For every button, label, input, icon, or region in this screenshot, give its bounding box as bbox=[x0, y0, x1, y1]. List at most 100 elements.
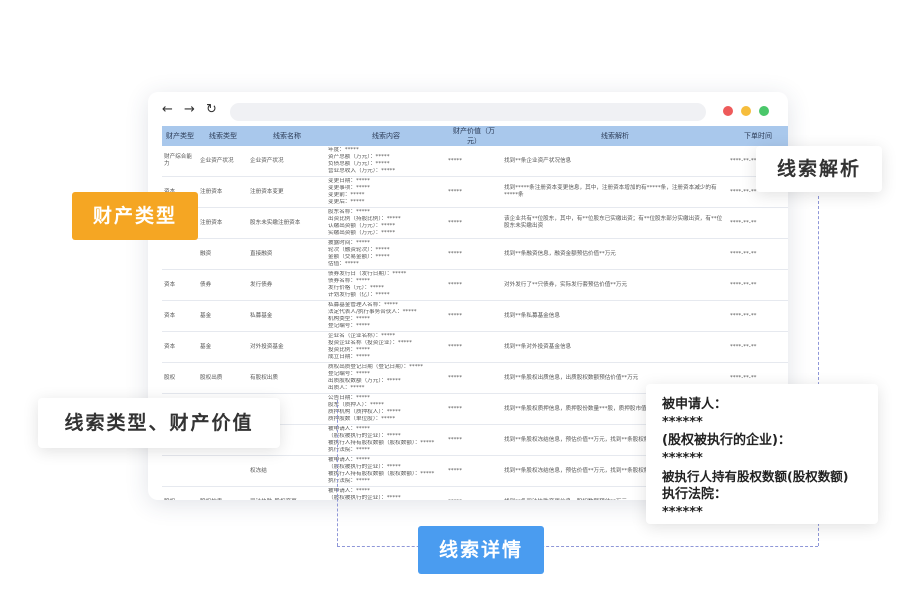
clue-analysis-cell: 找到**条私募基金信息 bbox=[502, 300, 728, 332]
clue-content-line: 股东（质押人）：***** bbox=[328, 402, 384, 408]
detail-line: 被执行人持有股权数额(股权数额) bbox=[662, 469, 849, 484]
detail-line: ****** bbox=[662, 415, 703, 430]
asset-value-cell: ***** bbox=[446, 362, 502, 394]
table-row: 资本 基金 私募基金 私募基金管理人名称：***** 法定代表人/执行事务合伙人：***… bbox=[162, 300, 788, 332]
table-row: 融资 直接融资 披露时间：***** 轮次（融资轮次）：***** 金额（交易金额）：*… bbox=[162, 238, 788, 270]
clue-content-line: 公告日期：***** bbox=[328, 395, 370, 401]
detail-line: 执行法院： bbox=[662, 487, 728, 502]
order-time-cell: ****-**-** bbox=[728, 238, 788, 270]
clue-content-line: 出质股权数额（万元）：***** bbox=[328, 378, 401, 384]
clue-content-line: 认缴出资额（万元）：***** bbox=[328, 223, 396, 229]
asset-value-cell: ***** bbox=[446, 176, 502, 208]
asset-value-cell: ***** bbox=[446, 393, 502, 425]
clue-content-line: 负债总额（万元）：***** bbox=[328, 161, 390, 167]
clue-detail-badge: 线索详情 bbox=[418, 526, 544, 574]
clue-content-line: 质权出质登记日期（登记日期）：***** bbox=[328, 364, 424, 370]
clue-content-line: 出资比例（持股比例）：***** bbox=[328, 216, 401, 222]
clue-content-line: 机构类型：***** bbox=[328, 316, 370, 322]
clue-content-line: 轮次（融资轮次）：***** bbox=[328, 247, 390, 253]
clue-analysis-cell: 对外发行了**只债券，实际发行套预估价值**万元 bbox=[502, 269, 728, 301]
clue-content-line: （股权被执行的企业）：***** bbox=[328, 495, 401, 500]
column-header: 线索名称 bbox=[248, 126, 326, 146]
table-row: 财产综合能力 企业资产状况 企业资产状况 年度：***** 资产总额（万元）：*****… bbox=[162, 146, 788, 177]
clue-content-cell: 年度：***** 资产总额（万元）：***** 负债总额（万元）：***** 营业总收… bbox=[326, 146, 446, 177]
clue-content-line: 执行法院：***** bbox=[328, 447, 370, 453]
clue-analysis-cell: 找到*****条注册资本变更信息，其中，注册资本增加的有*****条，注册资本减… bbox=[502, 176, 728, 208]
clue-content-cell: 变更日期：***** 变更事项：***** 变更前：***** 变更后：***** bbox=[326, 176, 446, 208]
clue-name-cell: 直接融资 bbox=[248, 238, 326, 270]
asset-type-cell: 资本 bbox=[162, 269, 198, 301]
clue-content-line: 被执行人持有股权数额（股权数额）：***** bbox=[328, 440, 435, 446]
asset-value-cell: ***** bbox=[446, 331, 502, 363]
order-time-cell: ****-**-** bbox=[728, 207, 788, 239]
back-arrow-icon[interactable]: ← bbox=[162, 102, 173, 118]
clue-content-cell: 被申请人：*****（股权被执行的企业）：*****被执行人持有股权数额：***… bbox=[326, 486, 446, 500]
clue-content-line: 发行价格（元）：***** bbox=[328, 285, 384, 291]
clue-type-cell: 注册资本 bbox=[198, 207, 248, 239]
table-header-row: 财产类型 线索类型 线索名称 线索内容 财产价值（万元） 线索解析 下单时间 bbox=[162, 126, 788, 146]
asset-type-badge: 财产类型 bbox=[72, 192, 198, 240]
clue-content-line: 股东名称：***** bbox=[328, 209, 370, 215]
clue-content-line: 资产总额（万元）：***** bbox=[328, 154, 390, 160]
clue-content-cell: 被申请人：***** （股权被执行的企业）：***** 被执行人持有股权数额（股权数… bbox=[326, 424, 446, 456]
close-window-dot[interactable] bbox=[723, 106, 733, 116]
asset-value-cell: ***** bbox=[446, 455, 502, 487]
clue-content-line: 被申请人：***** bbox=[328, 426, 370, 432]
detail-line: ****** bbox=[662, 451, 703, 466]
clue-content-line: 被执行人持有股权数额（股权数额）：***** bbox=[328, 471, 435, 477]
clue-analysis-cell: 找到**条企业资产状况信息 bbox=[502, 146, 728, 177]
clue-content-line: 质押股数（单位股）：***** bbox=[328, 416, 396, 422]
asset-value-cell: ***** bbox=[446, 300, 502, 332]
clue-name-cell: 企业资产状况 bbox=[248, 146, 326, 177]
clue-content-line: 估值：***** bbox=[328, 261, 359, 267]
clue-type-cell: 基金 bbox=[198, 331, 248, 363]
browser-toolbar: ← → ↻ bbox=[148, 92, 788, 130]
clue-content-line: 变更日期：***** bbox=[328, 178, 370, 184]
clue-analysis-cell: 找到**条融资信息，融资金额预估价值**万元 bbox=[502, 238, 728, 270]
clue-type-cell bbox=[198, 455, 248, 487]
asset-type-cell: 资本 bbox=[162, 331, 198, 363]
clue-content-cell: 披露时间：***** 轮次（融资轮次）：***** 金额（交易金额）：***** 估值… bbox=[326, 238, 446, 270]
asset-type-cell bbox=[162, 455, 198, 487]
asset-value-cell: ***** bbox=[446, 269, 502, 301]
clue-content-cell: 企业名（企业名称）：***** 投资企业名称（投资企业）：***** 投资比例：**… bbox=[326, 331, 446, 363]
clue-name-cell: 对外投资基金 bbox=[248, 331, 326, 363]
clue-content-cell: 公告日期：***** 股东（质押人）：***** 质押机构（质押权人）：***** 质… bbox=[326, 393, 446, 425]
reload-icon[interactable]: ↻ bbox=[206, 102, 217, 118]
clue-content-line: 投资比例：***** bbox=[328, 347, 370, 353]
address-bar[interactable] bbox=[230, 103, 706, 121]
forward-arrow-icon[interactable]: → bbox=[184, 102, 195, 118]
table-row: 资本注册资本注册资本变更变更日期：*****变更事项：*****变更前：****… bbox=[162, 176, 788, 208]
detail-line: ****** bbox=[662, 505, 703, 520]
minimize-window-dot[interactable] bbox=[741, 106, 751, 116]
clue-content-line: 计划发行额（亿）：***** bbox=[328, 292, 390, 298]
asset-value-cell: ***** bbox=[446, 207, 502, 239]
clue-content-cell: 股东名称：***** 出资比例（持股比例）：***** 认缴出资额（万元）：****… bbox=[326, 207, 446, 239]
clue-content-line: 企业名（企业名称）：***** bbox=[328, 333, 396, 339]
order-time-cell: ****-**-** bbox=[728, 269, 788, 301]
maximize-window-dot[interactable] bbox=[759, 106, 769, 116]
asset-value-cell: ***** bbox=[446, 424, 502, 456]
clue-content-line: 质押机构（质押权人）：***** bbox=[328, 409, 401, 415]
column-header: 财产价值（万元） bbox=[446, 126, 502, 146]
clue-type-cell: 企业资产状况 bbox=[198, 146, 248, 177]
clue-name-cell: 权冻结 bbox=[248, 455, 326, 487]
asset-type-cell: 股权 bbox=[162, 486, 198, 500]
clue-content-cell: 被申请人：***** （股权被执行的企业）：***** 被执行人持有股权数额（股权数… bbox=[326, 455, 446, 487]
asset-value-cell: ***** bbox=[446, 146, 502, 177]
asset-value-cell: ***** bbox=[446, 486, 502, 500]
clue-type-value-card: 线索类型、财产价值 bbox=[38, 398, 280, 448]
connector-line bbox=[337, 546, 818, 547]
clue-name-cell: 司法协助-股权变更 bbox=[248, 486, 326, 500]
clue-detail-card: 被申请人： ****** (股权被执行的企业)： ****** 被执行人持有股权… bbox=[646, 384, 878, 524]
clue-name-cell: 注册资本变更 bbox=[248, 176, 326, 208]
clue-analysis-cell: 找到**条对外投资基金信息 bbox=[502, 331, 728, 363]
table-row: 资本注册资本股东未实缴注册资本股东名称：*****出资比例（持股比例）：****… bbox=[162, 207, 788, 239]
asset-type-cell: 股权 bbox=[162, 362, 198, 394]
clue-content-line: 年度：***** bbox=[328, 147, 359, 153]
clue-content-line: 登记编号：***** bbox=[328, 371, 370, 377]
clue-content-line: 债券名称：***** bbox=[328, 278, 370, 284]
table-row: 资本 基金 对外投资基金 企业名（企业名称）：***** 投资企业名称（投资企业）：**… bbox=[162, 331, 788, 363]
table-row: 资本 债券 发行债券 债券发行日（发行日期）：***** 债券名称：***** 发行价格（… bbox=[162, 269, 788, 301]
clue-content-line: （股权被执行的企业）：***** bbox=[328, 464, 401, 470]
